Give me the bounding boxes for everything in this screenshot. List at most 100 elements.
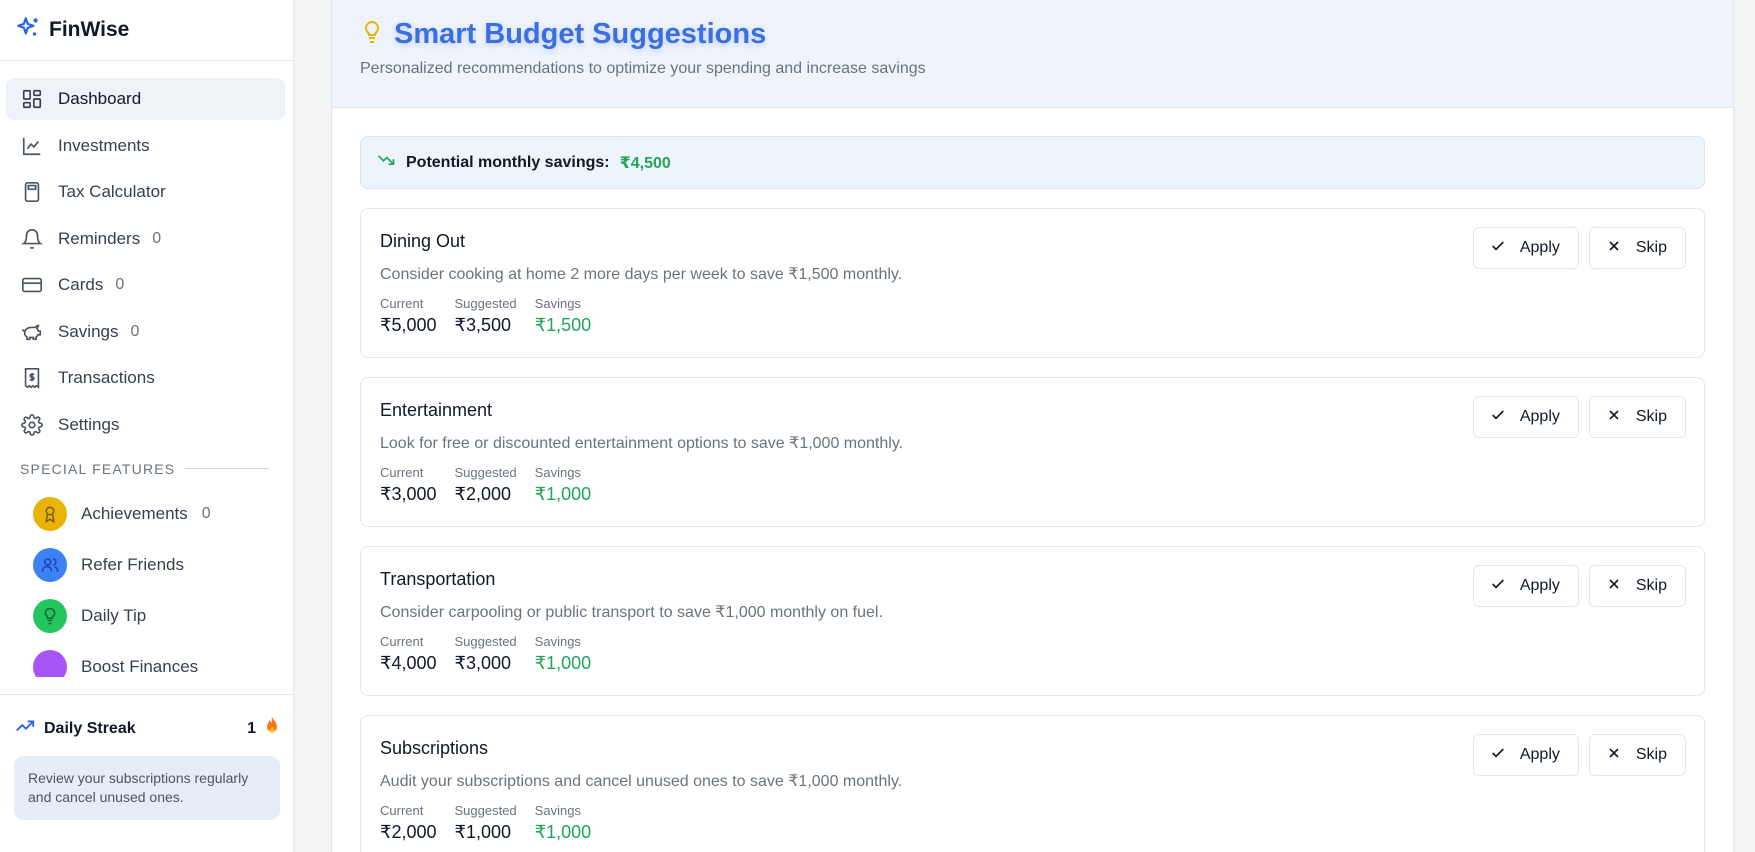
potential-savings-label: Potential monthly savings: (406, 153, 610, 171)
savings-count: 0 (130, 322, 140, 340)
line-chart-icon (20, 134, 44, 158)
sidebar-item-transactions[interactable]: Transactions (6, 357, 285, 399)
lightbulb-icon (33, 599, 67, 633)
flame-icon (264, 716, 280, 741)
suggestion-actions: Apply Skip (1472, 227, 1686, 269)
special-item-label: Achievements (81, 504, 188, 523)
sidebar-item-label: Dashboard (58, 89, 142, 108)
suggestion-card-transportation: Transportation Consider carpooling or pu… (360, 546, 1705, 696)
metric-suggested: Suggested ₹1,000 (454, 803, 517, 842)
special-item-achievements[interactable]: Achievements 0 (0, 489, 293, 540)
dashboard-icon (20, 87, 44, 111)
rocket-icon (33, 650, 67, 677)
metric-savings: Savings ₹1,000 (534, 803, 592, 842)
special-item-label: Refer Friends (81, 555, 184, 574)
sidebar-item-dashboard[interactable]: Dashboard (6, 78, 285, 120)
close-icon (1606, 407, 1622, 428)
special-item-daily-tip[interactable]: Daily Tip (0, 591, 293, 642)
apply-button[interactable]: Apply (1472, 396, 1579, 438)
metric-savings: Savings ₹1,500 (534, 296, 592, 335)
sidebar-item-label: Investments (58, 135, 150, 155)
suggestion-card-subscriptions: Subscriptions Audit your subscriptions a… (360, 715, 1705, 852)
suggestion-card-entertainment: Entertainment Look for free or discounte… (360, 377, 1705, 527)
sidebar-item-tax-calculator[interactable]: Tax Calculator (6, 171, 285, 213)
sidebar-item-investments[interactable]: Investments (6, 125, 285, 167)
close-icon (1606, 576, 1622, 597)
brand-name: FinWise (49, 18, 130, 41)
calculator-icon (20, 180, 44, 204)
metric-suggested: Suggested ₹3,000 (454, 634, 517, 673)
suggestion-actions: Apply Skip (1472, 396, 1686, 438)
check-icon (1490, 576, 1506, 597)
bell-icon (20, 227, 44, 251)
sparkles-icon (15, 15, 41, 46)
page-subtitle: Personalized recommendations to optimize… (360, 60, 926, 77)
daily-streak-tip: Review your subscriptions regularly and … (14, 756, 280, 820)
check-icon (1490, 407, 1506, 428)
skip-button[interactable]: Skip (1588, 396, 1686, 438)
metric-current: Current ₹3,000 (380, 465, 437, 504)
piggy-bank-icon (20, 320, 44, 344)
sidebar-item-savings[interactable]: Savings 0 (6, 311, 285, 353)
daily-streak-count: 1 (247, 719, 256, 737)
apply-button[interactable]: Apply (1472, 734, 1579, 776)
special-item-label: Boost Finances (81, 657, 199, 676)
potential-savings-amount: ₹4,500 (619, 154, 671, 172)
suggestion-actions: Apply Skip (1472, 565, 1686, 607)
main-nav: Dashboard Investments Tax Calculator Rem… (0, 61, 293, 446)
special-features-heading: SPECIAL FEATURES (20, 461, 269, 477)
special-item-boost-finances[interactable]: Boost Finances (0, 642, 293, 677)
sidebar-item-label: Settings (58, 414, 120, 434)
special-features-list[interactable]: Achievements 0 Refer Friends Daily Tip B… (0, 477, 293, 677)
potential-savings-banner: Potential monthly savings: ₹4,500 (360, 136, 1705, 189)
trending-down-icon (376, 150, 396, 175)
brand[interactable]: FinWise (0, 0, 293, 61)
suggestion-metrics: Current ₹3,000 Suggested ₹2,000 Savings ₹1,… (380, 465, 1685, 505)
skip-button[interactable]: Skip (1588, 734, 1686, 776)
sidebar-item-label: Tax Calculator (58, 182, 166, 201)
gear-icon (20, 413, 44, 437)
credit-card-icon (20, 273, 44, 297)
check-icon (1490, 238, 1506, 259)
suggestion-metrics: Current ₹4,000 Suggested ₹3,000 Savings ₹1,… (380, 634, 1685, 674)
reminders-count: 0 (152, 229, 162, 247)
sidebar-item-label: Cards (58, 275, 104, 294)
special-item-label: Daily Tip (81, 606, 147, 625)
suggestion-actions: Apply Skip (1472, 734, 1686, 776)
daily-streak-header: Daily Streak 1 (14, 715, 280, 742)
skip-button[interactable]: Skip (1588, 227, 1686, 269)
lightbulb-icon (360, 19, 384, 50)
check-icon (1490, 745, 1506, 766)
metric-current: Current ₹4,000 (380, 634, 437, 673)
apply-button[interactable]: Apply (1472, 565, 1579, 607)
suggestion-metrics: Current ₹5,000 Suggested ₹3,500 Savings ₹1,… (380, 296, 1685, 336)
metric-suggested: Suggested ₹3,500 (454, 296, 517, 335)
sidebar-item-cards[interactable]: Cards 0 (6, 264, 285, 306)
metric-current: Current ₹5,000 (380, 296, 437, 335)
sidebar-item-label: Reminders (58, 228, 141, 248)
metric-savings: Savings ₹1,000 (534, 634, 592, 673)
page-title: Smart Budget Suggestions (394, 18, 767, 50)
close-icon (1606, 745, 1622, 766)
sidebar-item-settings[interactable]: Settings (6, 404, 285, 446)
trending-up-icon (14, 715, 36, 742)
award-icon (33, 497, 67, 531)
main-panel: Smart Budget Suggestions Personalized re… (331, 0, 1734, 852)
suggestion-metrics: Current ₹2,000 Suggested ₹1,000 Savings ₹1,… (380, 803, 1685, 843)
sidebar-item-label: Transactions (58, 368, 155, 387)
sidebar: FinWise Dashboard Investments Tax Calcul… (0, 0, 294, 852)
apply-button[interactable]: Apply (1472, 227, 1579, 269)
cards-count: 0 (115, 276, 125, 293)
page-header: Smart Budget Suggestions Personalized re… (332, 0, 1733, 108)
special-item-refer-friends[interactable]: Refer Friends (0, 540, 293, 591)
metric-savings: Savings ₹1,000 (534, 465, 592, 504)
sidebar-item-reminders[interactable]: Reminders 0 (6, 218, 285, 260)
skip-button[interactable]: Skip (1588, 565, 1686, 607)
metric-current: Current ₹2,000 (380, 803, 437, 842)
metric-suggested: Suggested ₹2,000 (454, 465, 517, 504)
daily-streak-label: Daily Streak (44, 719, 136, 737)
users-icon (33, 548, 67, 582)
sidebar-item-label: Savings (58, 321, 119, 341)
suggestion-card-dining-out: Dining Out Consider cooking at home 2 mo… (360, 208, 1705, 358)
close-icon (1606, 238, 1622, 259)
